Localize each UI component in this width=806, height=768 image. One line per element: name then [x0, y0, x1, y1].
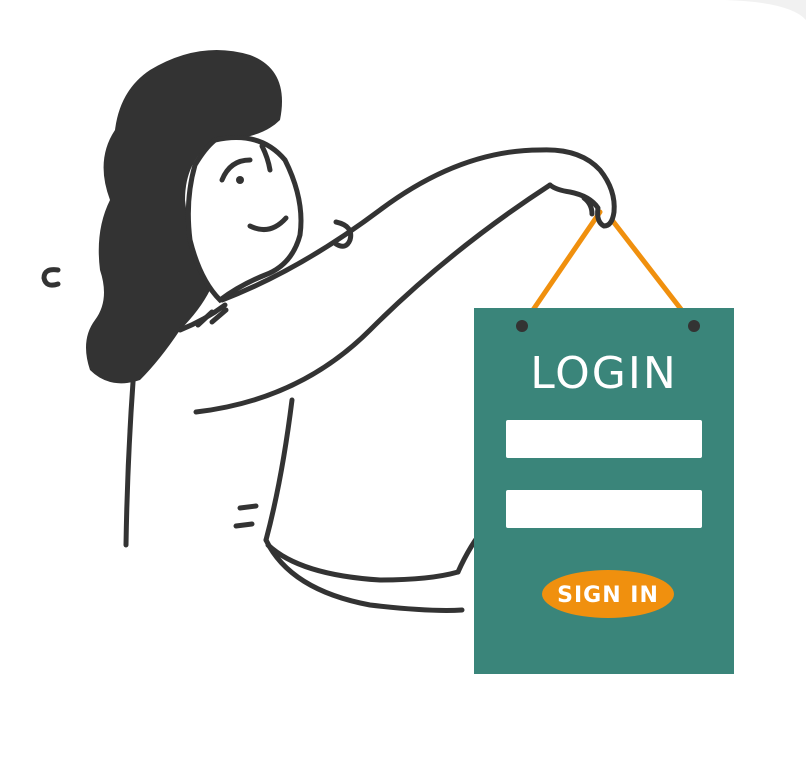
username-field [506, 420, 702, 458]
motion-marks [233, 503, 259, 529]
corner-arc [725, 0, 806, 20]
swirl-mark [41, 267, 61, 288]
upper-hand [537, 147, 617, 229]
sign-title: LOGIN [530, 348, 678, 399]
torso-right [263, 397, 295, 543]
eye [236, 176, 244, 184]
grommet-right [688, 320, 700, 332]
sign-in-button-label: SIGN IN [557, 583, 659, 608]
password-field [506, 490, 702, 528]
login-illustration: LOGIN SIGN IN [41, 0, 806, 674]
grommet-left [516, 320, 528, 332]
